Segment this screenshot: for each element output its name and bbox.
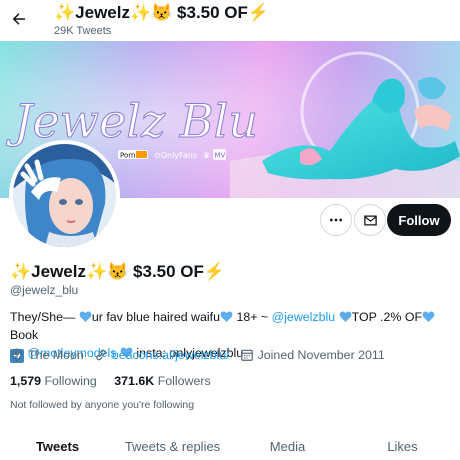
tweet-count: 29K Tweets [54, 25, 112, 37]
bio-text: ur fav blue haired waifu [91, 310, 220, 324]
bio-text: 18+ ~ [233, 310, 272, 324]
bio-mention-link[interactable]: @jewelzblu [272, 310, 336, 324]
followers-stat[interactable]: 371.6K Followers [114, 374, 210, 388]
website-link[interactable]: beacons.ai/jewelzblu/ [112, 348, 230, 362]
tab-likes[interactable]: Likes [345, 428, 460, 460]
tab-tweets-replies[interactable]: Tweets & replies [115, 428, 230, 460]
svg-text:⊙OnlyFans: ⊙OnlyFans [154, 151, 197, 160]
more-options-button[interactable] [320, 204, 352, 236]
followers-count: 371.6K [114, 374, 155, 388]
avatar[interactable] [9, 140, 120, 251]
blue-heart-icon [220, 311, 233, 322]
profile-tabs: Tweets Tweets & replies Media Likes [0, 428, 460, 460]
svg-text:♛: ♛ [203, 151, 210, 160]
banner-title: Jewelz Blu [6, 94, 258, 148]
location: The Moon [10, 348, 84, 362]
message-button[interactable] [354, 204, 386, 236]
location-text: The Moon [28, 348, 84, 362]
following-count: 1,579 [10, 374, 42, 388]
website[interactable]: beacons.ai/jewelzblu/ [94, 348, 230, 362]
bio-text: Book [10, 328, 39, 342]
bio-text: TOP .2% OF [351, 310, 423, 324]
tab-tweets[interactable]: Tweets [0, 428, 115, 460]
profile-meta: The Moon beacons.ai/jewelzblu/ Joined No… [10, 348, 395, 362]
header-display-name: ✨Jewelz✨😾 $3.50 OF⚡ [54, 3, 270, 22]
blue-heart-icon [422, 311, 435, 322]
blue-heart-icon [339, 311, 352, 322]
top-bar: ✨Jewelz✨😾 $3.50 OF⚡ 29K Tweets [0, 0, 460, 41]
link-icon [95, 349, 106, 361]
calendar-icon [240, 349, 253, 361]
back-arrow-icon[interactable] [6, 6, 32, 32]
following-stat[interactable]: 1,579 Following [10, 374, 97, 388]
blue-heart-icon [79, 311, 92, 322]
svg-text:Porn: Porn [120, 152, 135, 160]
profile-handle: @jewelz_blu [10, 283, 79, 297]
followers-label: Followers [157, 374, 211, 388]
more-dots-icon [330, 218, 342, 222]
follow-stats: 1,579 Following 371.6K Followers [10, 374, 225, 388]
join-date-text: Joined November 2011 [257, 348, 385, 362]
envelope-icon [363, 215, 377, 225]
not-followed-notice: Not followed by anyone you're following [10, 399, 195, 411]
svg-text:MV: MV [215, 152, 226, 160]
profile-display-name: ✨Jewelz✨😾 $3.50 OF⚡ [10, 262, 226, 281]
following-label: Following [44, 374, 97, 388]
join-date: Joined November 2011 [240, 348, 385, 362]
location-pin-icon [12, 348, 22, 362]
tab-media[interactable]: Media [230, 428, 345, 460]
follow-button[interactable]: Follow [387, 204, 451, 236]
bio-text: They/She— [10, 310, 79, 324]
